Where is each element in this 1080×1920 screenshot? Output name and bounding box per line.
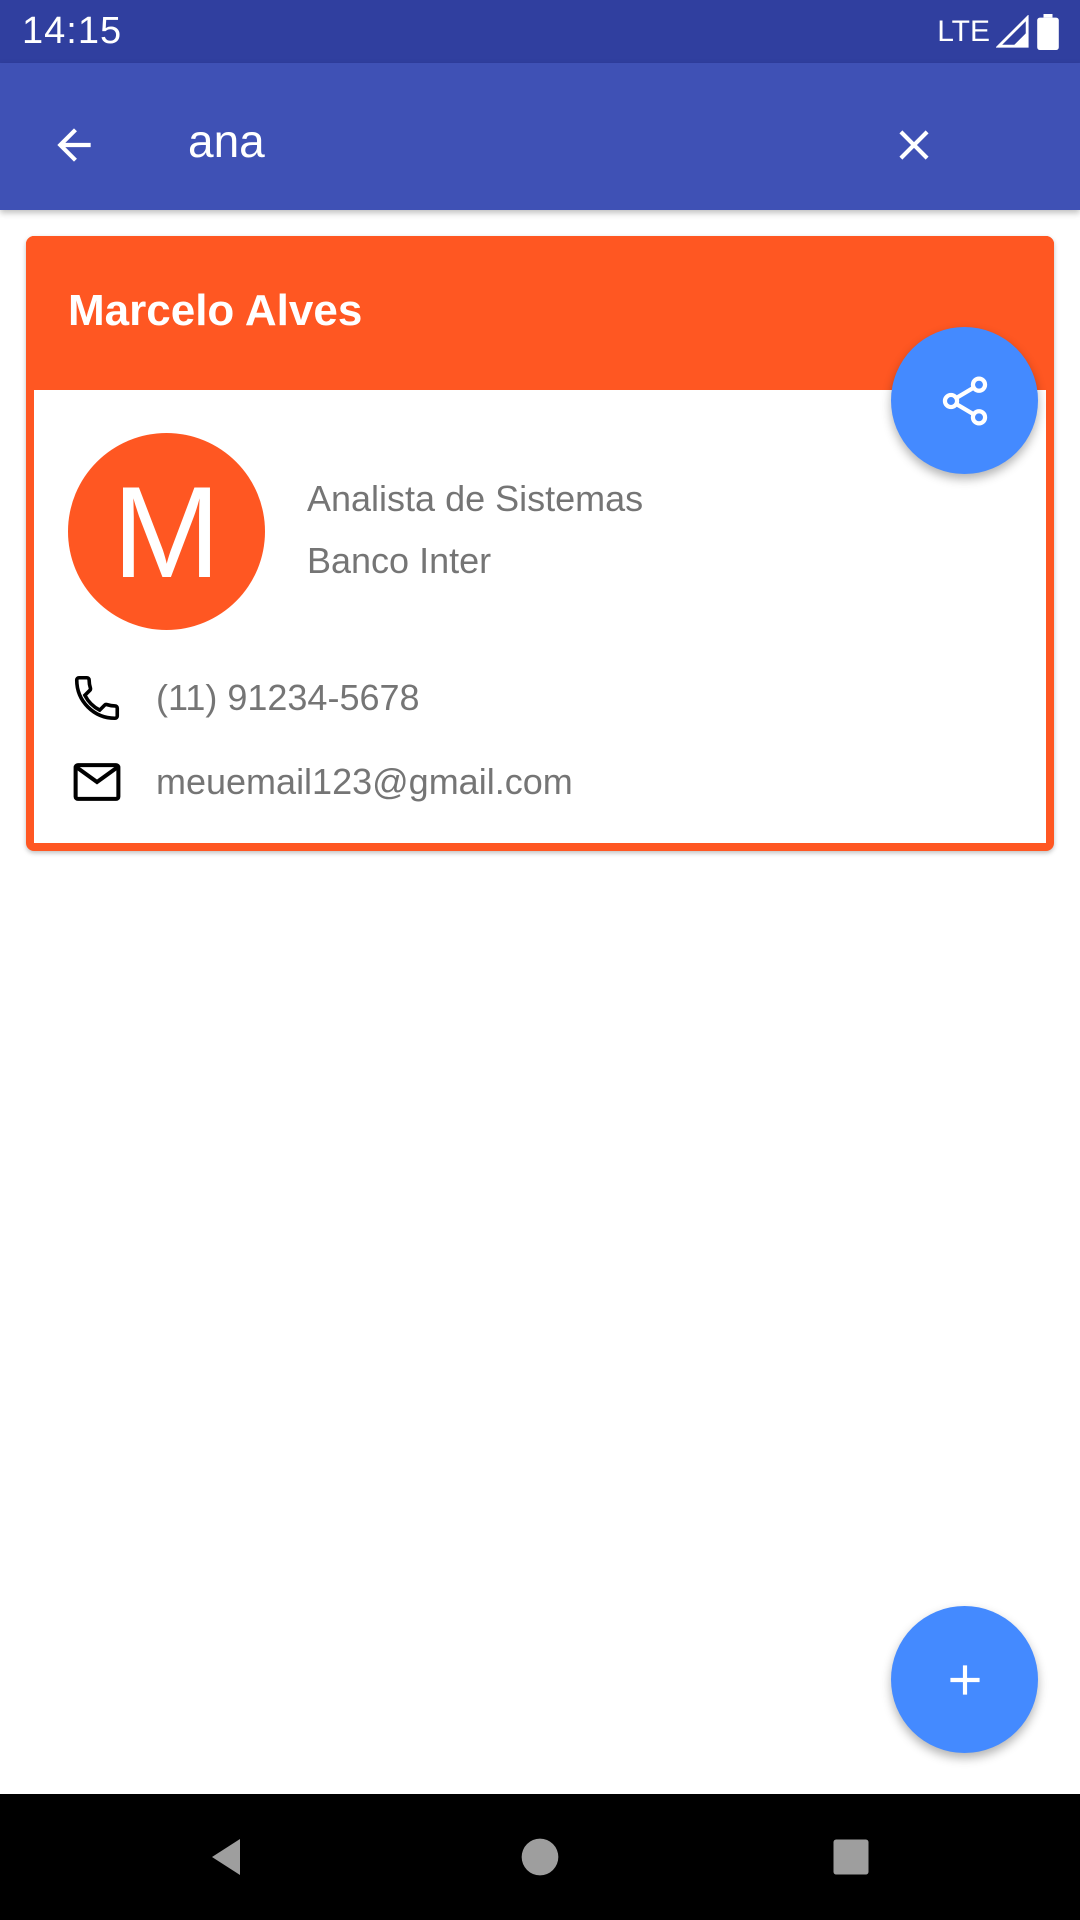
add-contact-button[interactable] (891, 1606, 1038, 1753)
plus-icon (949, 1664, 980, 1695)
email-row[interactable]: meuemail123@gmail.com (68, 752, 573, 812)
mail-icon (68, 753, 126, 811)
share-button[interactable] (891, 327, 1038, 474)
close-icon (899, 130, 929, 160)
square-recents-icon (833, 1839, 869, 1875)
contact-name: Marcelo Alves (68, 286, 363, 335)
nav-recents-button[interactable] (811, 1817, 891, 1897)
network-type: LTE (937, 15, 990, 48)
contact-card[interactable]: Marcelo Alves M Analista de Sistemas Ban… (26, 236, 1054, 851)
nav-back-button[interactable] (186, 1817, 266, 1897)
status-time: 14:15 (22, 10, 123, 52)
phone-icon (68, 669, 126, 727)
search-app-bar (0, 63, 1080, 210)
system-nav-bar (0, 1794, 1080, 1920)
avatar-letter: M (112, 458, 221, 605)
email-address: meuemail123@gmail.com (156, 761, 573, 802)
share-icon (942, 376, 987, 425)
clear-search-button[interactable] (874, 105, 954, 185)
status-indicators: LTE (937, 12, 1060, 52)
battery-icon (1037, 14, 1059, 50)
avatar: M (68, 433, 265, 630)
company-name: Banco Inter (307, 540, 492, 581)
arrow-left-icon (57, 128, 91, 162)
phone-row[interactable]: (11) 91234-5678 (68, 668, 420, 728)
search-input[interactable] (188, 101, 838, 181)
signal-icon (996, 15, 1029, 48)
job-title: Analista de Sistemas (307, 478, 644, 519)
nav-home-button[interactable] (500, 1817, 580, 1897)
back-button[interactable] (34, 105, 114, 185)
status-bar: 14:15 LTE (0, 0, 1080, 63)
triangle-back-icon (212, 1839, 240, 1875)
circle-home-icon (521, 1838, 559, 1876)
phone-number: (11) 91234-5678 (156, 677, 420, 718)
